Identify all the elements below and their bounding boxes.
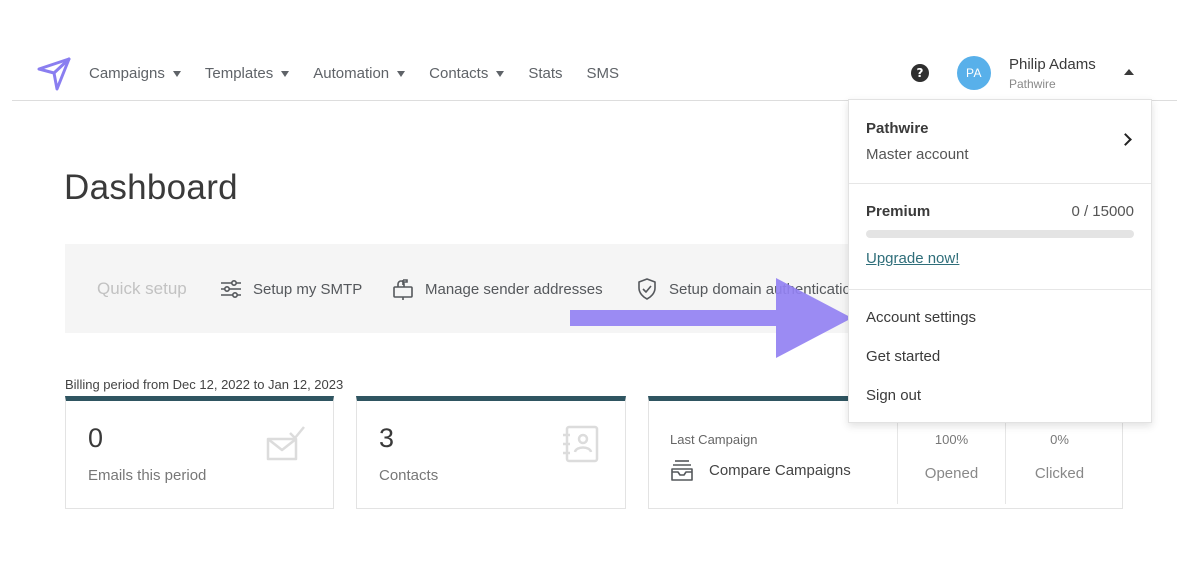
compare-campaigns-link[interactable]: Compare Campaigns [670,459,851,481]
clicked-percent: 0% [1050,432,1069,447]
nav-item-contacts[interactable]: Contacts [429,64,505,82]
manage-sender-addresses-link[interactable]: Manage sender addresses [391,277,603,301]
user-menu-dropdown: Pathwire Master account Premium 0 / 1500… [848,99,1152,423]
caret-down-icon [281,70,290,77]
emails-label: Emails this period [88,467,207,484]
chevron-right-icon [1119,133,1132,146]
nav-item-stats[interactable]: Stats [528,65,562,82]
nav-item-automation[interactable]: Automation [313,64,406,82]
page-title: Dashboard [64,168,238,207]
contacts-card: 3 Contacts [356,396,626,509]
caret-down-icon [397,70,406,77]
nav-item-label: SMS [586,64,620,82]
paper-plane-logo-icon[interactable] [36,56,72,92]
plan-name: Premium [866,203,931,220]
emails-count: 0 [88,423,104,453]
opened-percent: 100% [934,432,969,447]
manage-sender-label: Manage sender addresses [425,280,603,298]
account-name: Pathwire [866,120,929,137]
nav-item-label: Stats [528,64,563,82]
sliders-icon [221,279,241,299]
nav-item-label: Automation [313,64,390,82]
address-book-icon [563,425,599,463]
user-organization: Pathwire [1009,77,1056,91]
account-settings-link[interactable]: Account settings [866,309,976,326]
shield-check-icon [638,278,656,300]
nav-item-templates[interactable]: Templates [204,64,290,82]
menu-divider [849,289,1151,290]
account-type: Master account [866,146,969,163]
envelope-check-icon [266,426,305,461]
account-switcher[interactable]: Pathwire Master account [849,100,1151,183]
quick-setup-bar: Quick setup Setup my SMTP Manage sender … [65,244,865,333]
nav-item-label: Templates [204,64,274,82]
setup-domain-label: Setup domain authentication [669,280,860,298]
nav-item-campaigns[interactable]: Campaigns [89,65,181,82]
quick-setup-label: Quick setup [97,279,187,298]
setup-smtp-label: Setup my SMTP [253,280,363,298]
opened-label: Opened [924,465,979,482]
contacts-label: Contacts [379,467,439,484]
sign-out-link[interactable]: Sign out [866,387,921,404]
billing-period: Billing period from Dec 12, 2022 to Jan … [65,377,344,392]
emails-card: 0 Emails this period [65,396,334,509]
top-navbar: Campaigns Templates Automation Contacts … [0,0,1182,101]
avatar[interactable]: PA [957,56,991,90]
compare-campaigns-label: Compare Campaigns [709,461,851,479]
user-name[interactable]: Philip Adams [1009,56,1096,73]
upgrade-link[interactable]: Upgrade now! [866,250,959,267]
last-campaign-label: Last Campaign [670,432,758,447]
setup-smtp-link[interactable]: Setup my SMTP [219,277,362,301]
setup-domain-auth-link[interactable]: Setup domain authentication [635,277,859,301]
usage-progress-bar [866,230,1134,238]
question-circle-icon[interactable]: ? [911,64,929,82]
nav-item-label: Contacts [429,64,489,82]
get-started-link[interactable]: Get started [866,348,940,365]
contacts-count: 3 [379,423,395,453]
caret-down-icon [172,70,181,77]
clicked-label: Clicked [1034,465,1085,482]
caret-down-icon [496,70,505,77]
plan-usage: 0 / 15000 [1071,203,1134,220]
caret-up-icon[interactable] [1124,69,1134,75]
menu-divider [849,183,1151,184]
mailbox-icon [393,279,413,300]
main-nav: Campaigns Templates Automation Contacts … [89,62,643,84]
nav-item-label: Campaigns [89,64,165,82]
inbox-stack-icon [671,460,693,481]
nav-item-sms[interactable]: SMS [587,65,620,82]
